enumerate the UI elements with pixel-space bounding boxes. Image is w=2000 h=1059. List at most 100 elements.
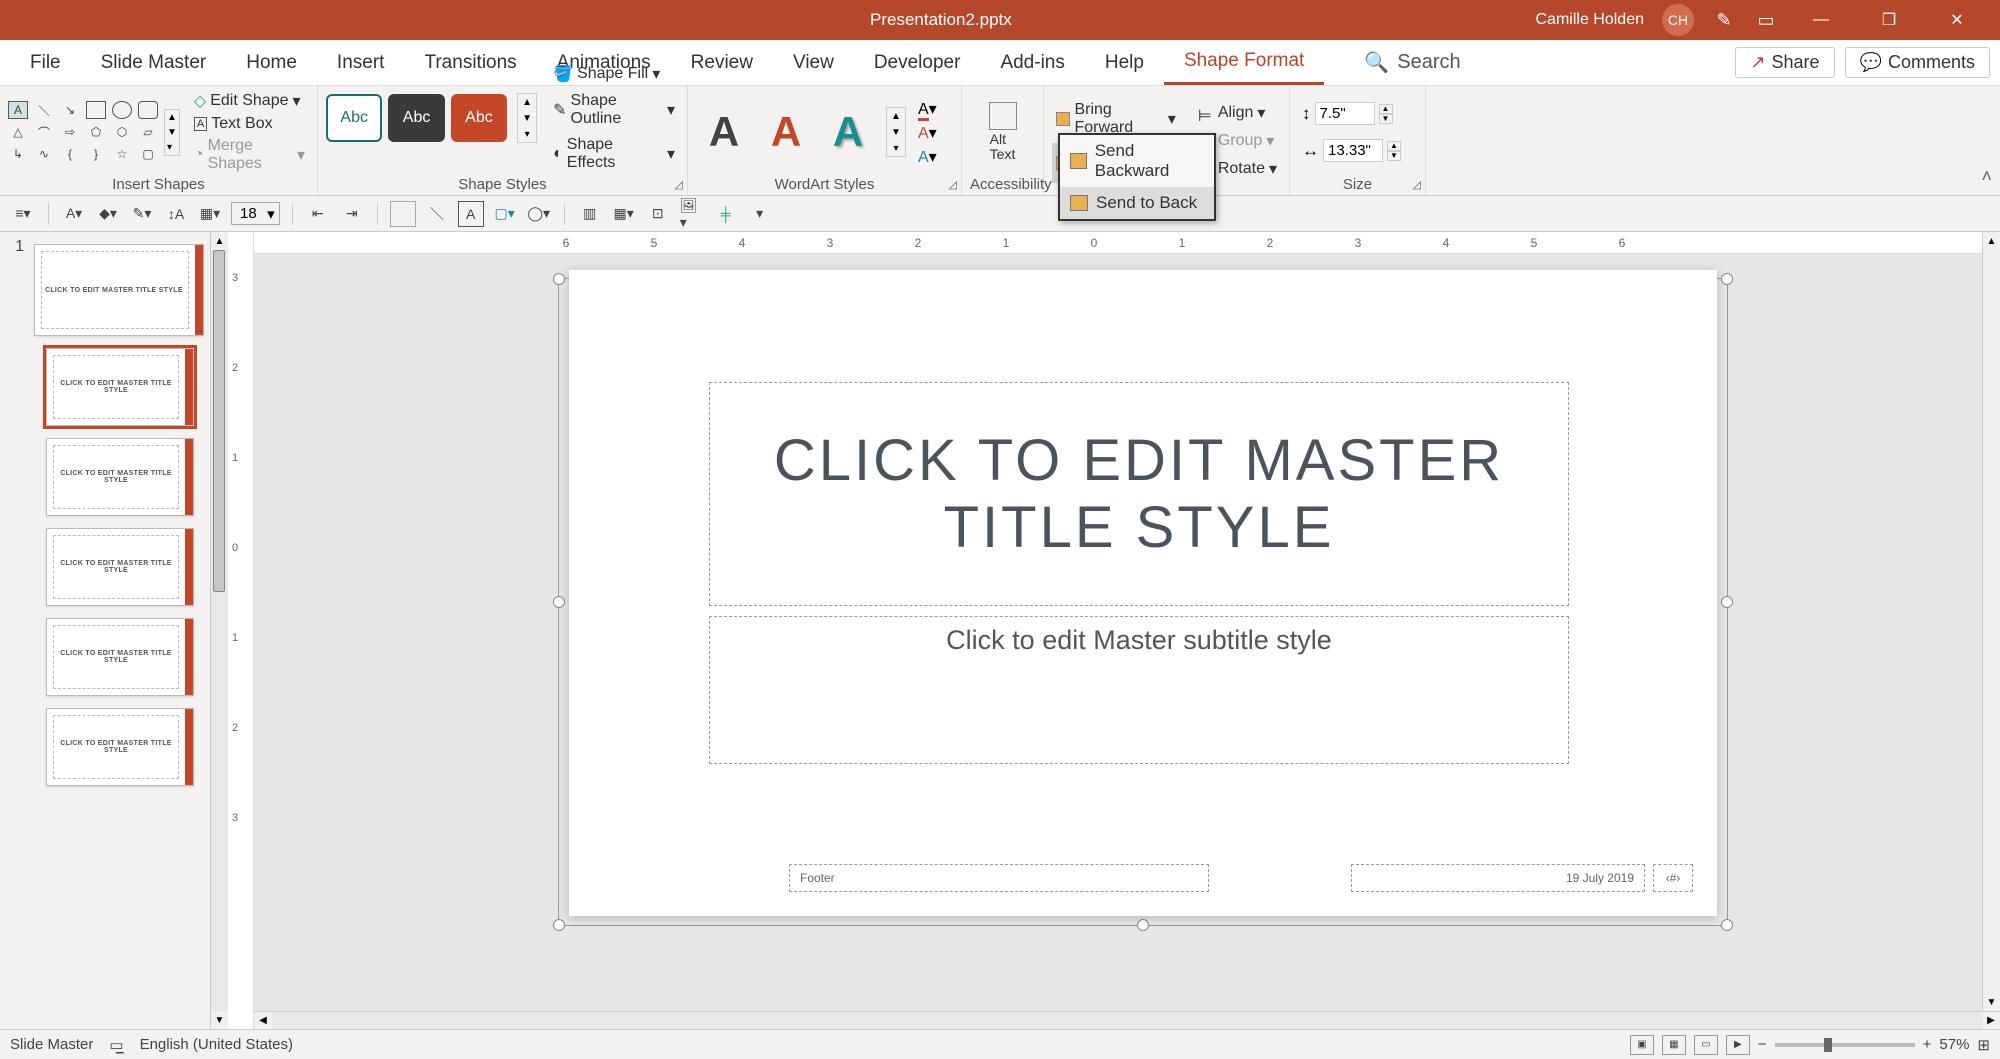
user-avatar[interactable]: CH <box>1662 4 1694 36</box>
minimize-button[interactable]: — <box>1796 0 1846 40</box>
edit-shape-button[interactable]: ◇Edit Shape▾ <box>190 90 309 112</box>
triangle-icon[interactable]: △ <box>8 123 28 141</box>
picture-icon[interactable]: 🖼▾ <box>679 201 705 227</box>
fit-to-window-icon[interactable]: ⊞ <box>1977 1036 1990 1054</box>
dialog-launcher-icon[interactable]: ◿ <box>1413 178 1421 191</box>
tab-developer[interactable]: Developer <box>854 40 981 85</box>
zoom-knob[interactable] <box>1824 1038 1832 1052</box>
dropdown-send-to-back[interactable]: Send to Back <box>1060 187 1214 219</box>
arrange-icon[interactable]: ▦▾ <box>197 201 223 227</box>
maximize-button[interactable]: ❐ <box>1864 0 1914 40</box>
text-box-button[interactable]: AText Box <box>190 114 309 134</box>
comments-button[interactable]: 💬 Comments <box>1845 47 1990 78</box>
footer-placeholder[interactable]: Footer <box>789 864 1209 892</box>
hexagon-icon[interactable]: ⬡ <box>112 123 132 141</box>
chart-icon[interactable]: ▥ <box>577 201 603 227</box>
dialog-launcher-icon[interactable]: ◿ <box>675 178 683 191</box>
style-preset-2[interactable]: Abc <box>388 94 444 142</box>
oval-shape-icon[interactable] <box>112 101 132 119</box>
resize-handle[interactable] <box>1721 919 1733 931</box>
scroll-up-icon[interactable]: ▲ <box>211 232 228 250</box>
zoom-out-icon[interactable]: − <box>1758 1036 1767 1053</box>
share-button[interactable]: ↗ Share <box>1735 47 1834 78</box>
zoom-level[interactable]: 57% <box>1939 1036 1969 1053</box>
width-input[interactable] <box>1323 139 1383 162</box>
gallery-down-icon[interactable]: ▼ <box>165 125 179 140</box>
page-number-placeholder[interactable]: ‹#› <box>1653 864 1693 892</box>
tab-slide-master[interactable]: Slide Master <box>81 40 227 85</box>
tab-shape-format[interactable]: Shape Format <box>1164 40 1324 85</box>
sorter-view-icon[interactable]: ▦ <box>1662 1035 1686 1055</box>
indent-decrease-icon[interactable]: ⇤ <box>305 201 331 227</box>
brace-right-icon[interactable]: } <box>86 145 106 163</box>
height-input[interactable] <box>1315 102 1375 125</box>
ribbon-display-icon[interactable]: ▭ <box>1754 8 1778 32</box>
slide-canvas[interactable]: CLICK TO EDIT MASTER TITLE STYLE Click t… <box>254 254 2000 1011</box>
layout-thumbnail-3[interactable]: CLICK TO EDIT MASTER TITLE STYLE <box>46 528 194 606</box>
tab-review[interactable]: Review <box>671 40 773 85</box>
wa-down-icon[interactable]: ▼ <box>887 124 905 140</box>
arrow-shape-icon[interactable]: ⇨ <box>60 123 80 141</box>
text-outline-button[interactable]: A▾ <box>918 123 940 141</box>
wa-up-icon[interactable]: ▲ <box>887 108 905 124</box>
canvas-vertical-scrollbar[interactable]: ▲ ▼ <box>1982 232 2000 1011</box>
title-placeholder[interactable]: CLICK TO EDIT MASTER TITLE STYLE <box>709 382 1569 606</box>
spell-check-icon[interactable]: ▭̲ <box>109 1036 123 1054</box>
normal-view-icon[interactable]: ▣ <box>1630 1035 1654 1055</box>
close-button[interactable]: ✕ <box>1932 0 1982 40</box>
styles-more-icon[interactable]: ▾ <box>518 126 536 142</box>
guides-icon[interactable]: ╪ <box>713 201 739 227</box>
scroll-down-icon[interactable]: ▼ <box>1983 993 2000 1011</box>
rectangle-tool-icon[interactable] <box>390 201 416 227</box>
text-fill-button[interactable]: A▾ <box>918 99 940 117</box>
curve-icon[interactable]: ⌒ <box>34 123 54 141</box>
line-tool-icon[interactable]: ＼ <box>424 201 450 227</box>
scroll-left-icon[interactable]: ◀ <box>254 1012 272 1029</box>
text-box-shape-icon[interactable]: A <box>8 101 28 119</box>
zoom-slider[interactable] <box>1775 1043 1915 1047</box>
wordart-preset-2[interactable]: A <box>758 107 814 157</box>
align-left-icon[interactable]: ≡▾ <box>10 201 36 227</box>
shape-effects-button[interactable]: ◐Shape Effects▾ <box>549 134 679 174</box>
resize-handle[interactable] <box>553 273 565 285</box>
shape-tool-icon[interactable]: ▢▾ <box>492 201 518 227</box>
slideshow-view-icon[interactable]: ▶ <box>1726 1035 1750 1055</box>
freeform-icon[interactable]: ∿ <box>34 145 54 163</box>
shape-fill-icon[interactable]: ◆▾ <box>95 201 121 227</box>
crop-icon[interactable]: ⊡ <box>645 201 671 227</box>
styles-down-icon[interactable]: ▼ <box>518 110 536 126</box>
zoom-in-icon[interactable]: + <box>1923 1036 1932 1053</box>
wordart-preset-3[interactable]: A <box>820 107 876 157</box>
resize-handle[interactable] <box>1721 273 1733 285</box>
thumbnail-list[interactable]: CLICK TO EDIT MASTER TITLE STYLE CLICK T… <box>28 232 210 1029</box>
status-language[interactable]: English (United States) <box>140 1036 293 1053</box>
font-color-icon[interactable]: A▾ <box>61 201 87 227</box>
tab-help[interactable]: Help <box>1085 40 1164 85</box>
reading-view-icon[interactable]: ▭ <box>1694 1035 1718 1055</box>
shape-fill-button[interactable]: 🪣Shape Fill▾ <box>549 62 679 86</box>
indent-increase-icon[interactable]: ⇥ <box>339 201 365 227</box>
resize-handle[interactable] <box>1137 919 1149 931</box>
tab-view[interactable]: View <box>773 40 854 85</box>
styles-up-icon[interactable]: ▲ <box>518 94 536 110</box>
subtitle-placeholder[interactable]: Click to edit Master subtitle style <box>709 616 1569 764</box>
shape-outline-button[interactable]: ✎Shape Outline▾ <box>549 90 679 130</box>
style-preset-3[interactable]: Abc <box>451 94 507 142</box>
tab-addins[interactable]: Add-ins <box>980 40 1084 85</box>
scroll-right-icon[interactable]: ▶ <box>1982 1012 2000 1029</box>
font-size-select[interactable]: 18▾ <box>231 202 280 225</box>
tab-file[interactable]: File <box>10 40 81 85</box>
wa-more-icon[interactable]: ▾ <box>887 140 905 156</box>
coming-soon-icon[interactable]: ✎ <box>1712 8 1736 32</box>
shape-outline-icon[interactable]: ✎▾ <box>129 201 155 227</box>
rectangle-shape-icon[interactable] <box>86 101 106 119</box>
pentagon-icon[interactable]: ⬠ <box>86 123 106 141</box>
table-icon[interactable]: ▦▾ <box>611 201 637 227</box>
width-field[interactable]: ↔ ▲▼ <box>1298 135 1405 166</box>
scroll-up-icon[interactable]: ▲ <box>1983 232 2000 250</box>
layout-thumbnail-4[interactable]: CLICK TO EDIT MASTER TITLE STYLE <box>46 618 194 696</box>
style-preset-1[interactable]: Abc <box>326 94 382 142</box>
gallery-up-icon[interactable]: ▲ <box>165 110 179 125</box>
overflow-icon[interactable]: ▾ <box>747 201 773 227</box>
search-box[interactable]: 🔍 Search <box>1364 50 1460 75</box>
